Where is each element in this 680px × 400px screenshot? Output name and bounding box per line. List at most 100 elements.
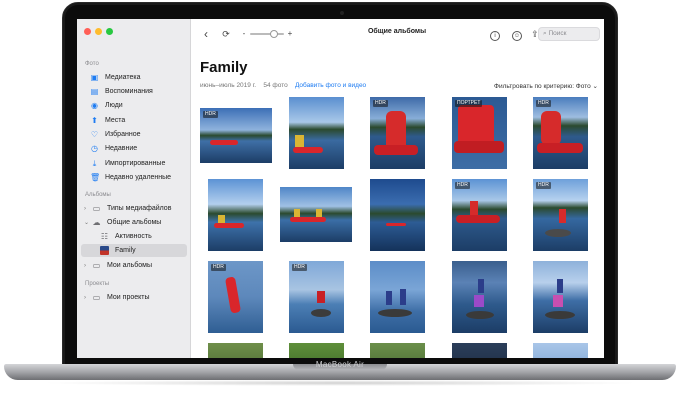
sidebar-item-places[interactable]: ⬆ Места: [81, 114, 187, 127]
photo-thumbnail[interactable]: ПОРТРЕТ: [452, 97, 507, 169]
sidebar-item-favorites[interactable]: ♡ Избранное: [81, 128, 187, 141]
add-photos-link[interactable]: Добавить фото и видео: [295, 82, 366, 89]
sidebar-item-memories[interactable]: ▤ Воспоминания: [81, 85, 187, 98]
zoom-out-icon[interactable]: -: [240, 27, 248, 41]
chevron-right-icon[interactable]: ›: [84, 263, 90, 269]
filter-label: Фильтровать по критерию: Фото: [494, 83, 591, 90]
photo-thumbnail[interactable]: [452, 261, 507, 333]
search-input[interactable]: ⌕ Поиск: [538, 27, 600, 41]
rotate-icon[interactable]: ⟳: [220, 27, 232, 41]
photo-thumbnail[interactable]: HDR: [208, 261, 263, 333]
places-icon: ⬆: [91, 116, 98, 125]
photo-thumbnail[interactable]: [370, 261, 425, 333]
section-title-projects: Проекты: [85, 281, 110, 287]
photo-thumbnail[interactable]: HDR: [533, 179, 588, 251]
photo-thumbnail[interactable]: [533, 343, 588, 358]
memories-icon: ▤: [90, 87, 99, 96]
info-icon: i: [490, 31, 500, 41]
photo-thumbnail[interactable]: HDR: [452, 179, 507, 251]
zoom-slider-knob[interactable]: [270, 30, 278, 38]
photo-thumbnail[interactable]: [370, 179, 425, 251]
photo-thumbnail[interactable]: [289, 343, 344, 358]
laptop-shadow: [40, 380, 640, 386]
people-icon: ◉: [91, 101, 98, 110]
folder-icon: ▭: [92, 261, 101, 270]
photo-grid: HDR HDR ПОРТРЕТ HDR HDR HDR HDR HDR: [192, 97, 604, 358]
photo-thumbnail[interactable]: [533, 261, 588, 333]
hdr-badge: HDR: [536, 182, 551, 189]
photo-thumbnail[interactable]: [280, 187, 352, 242]
main-content: ‹ ⟳ - + Общие альбомы i ☺ ⇪ ⌕ Поиск Fami…: [192, 19, 604, 358]
sidebar-item-label: Общие альбомы: [107, 219, 162, 226]
people-button[interactable]: ☺: [510, 27, 524, 41]
page-title: Family: [200, 59, 248, 76]
hdr-badge: HDR: [373, 100, 388, 107]
sidebar-item-media-types[interactable]: › ▭ Типы медиафайлов: [81, 202, 187, 215]
section-title-albums: Альбомы: [85, 192, 111, 198]
chevron-right-icon[interactable]: ›: [84, 295, 90, 301]
photo-thumbnail[interactable]: [370, 343, 425, 358]
sidebar-item-library[interactable]: ▣ Медиатека: [81, 71, 187, 84]
sidebar-item-recent[interactable]: ◷ Недавние: [81, 142, 187, 155]
person-icon: ☺: [512, 31, 522, 41]
chevron-down-icon: ⌄: [592, 83, 598, 90]
sidebar-item-label: Мои проекты: [107, 294, 150, 301]
portrait-badge: ПОРТРЕТ: [455, 100, 483, 107]
sidebar-item-activity[interactable]: ☷ Активность: [81, 230, 187, 243]
photo-thumbnail[interactable]: [452, 343, 507, 358]
sidebar-item-label: Медиатека: [105, 74, 141, 81]
sidebar-item-recently-deleted[interactable]: 🗑︎ Недавно удаленные: [81, 171, 187, 184]
chevron-right-icon[interactable]: ›: [84, 206, 90, 212]
photo-thumbnail[interactable]: HDR: [533, 97, 588, 169]
sidebar-item-people[interactable]: ◉ Люди: [81, 99, 187, 112]
photo-thumbnail[interactable]: [208, 179, 263, 251]
heart-icon: ♡: [90, 130, 99, 139]
hdr-badge: HDR: [211, 264, 226, 271]
sidebar-item-label: Недавние: [105, 145, 138, 152]
zoom-slider[interactable]: [250, 30, 284, 38]
zoom-window-button[interactable]: [106, 28, 113, 35]
sidebar-item-label: Воспоминания: [105, 88, 153, 95]
close-window-button[interactable]: [84, 28, 91, 35]
photo-thumbnail[interactable]: [289, 97, 344, 169]
activity-icon: ☷: [100, 232, 109, 241]
photo-count: 54 фото: [263, 82, 288, 89]
library-icon: ▣: [90, 73, 99, 82]
photo-thumbnail[interactable]: [208, 343, 263, 358]
sidebar-item-label: Типы медиафайлов: [107, 205, 172, 212]
minimize-window-button[interactable]: [95, 28, 102, 35]
sidebar-item-my-projects[interactable]: › ▭ Мои проекты: [81, 291, 187, 304]
zoom-in-icon[interactable]: +: [286, 27, 294, 41]
photo-thumbnail[interactable]: HDR: [200, 108, 272, 163]
sidebar-item-label: Недавно удаленные: [105, 174, 172, 181]
toolbar-title: Общие альбомы: [367, 28, 427, 35]
search-icon: ⌕: [543, 30, 547, 37]
section-title-photos: Фото: [85, 61, 99, 67]
sidebar-item-label: Люди: [105, 102, 123, 109]
back-button[interactable]: ‹: [200, 27, 212, 41]
hdr-badge: HDR: [536, 100, 551, 107]
hdr-badge: HDR: [203, 111, 218, 118]
search-placeholder: Поиск: [548, 30, 567, 37]
info-button[interactable]: i: [488, 27, 502, 41]
sidebar-item-family[interactable]: Family: [81, 244, 187, 257]
photo-thumbnail[interactable]: HDR: [289, 261, 344, 333]
hdr-badge: HDR: [292, 264, 307, 271]
chevron-down-icon[interactable]: ⌄: [84, 219, 90, 226]
filter-dropdown[interactable]: Фильтровать по критерию: Фото ⌄: [494, 82, 598, 90]
sidebar-item-label: Мои альбомы: [107, 262, 153, 269]
photo-thumbnail[interactable]: HDR: [370, 97, 425, 169]
folder-icon: ▭: [92, 293, 101, 302]
sidebar-item-label: Family: [115, 247, 136, 254]
sidebar-item-label: Активность: [115, 233, 152, 240]
sidebar-item-my-albums[interactable]: › ▭ Мои альбомы: [81, 259, 187, 272]
sidebar-item-shared-albums[interactable]: ⌄ ☁ Общие альбомы: [81, 216, 187, 229]
sidebar: Фото ▣ Медиатека ▤ Воспоминания ◉ Люди ⬆…: [77, 19, 191, 358]
shared-album-icon: ☁: [92, 218, 101, 227]
sidebar-item-imported[interactable]: ⤓ Импортированные: [81, 157, 187, 170]
sidebar-item-label: Импортированные: [105, 160, 166, 167]
sidebar-item-label: Места: [105, 117, 126, 124]
photos-app-window: Фото ▣ Медиатека ▤ Воспоминания ◉ Люди ⬆…: [77, 19, 604, 358]
date-range: июнь–июль 2019 г.: [200, 82, 257, 89]
import-icon: ⤓: [92, 159, 97, 168]
